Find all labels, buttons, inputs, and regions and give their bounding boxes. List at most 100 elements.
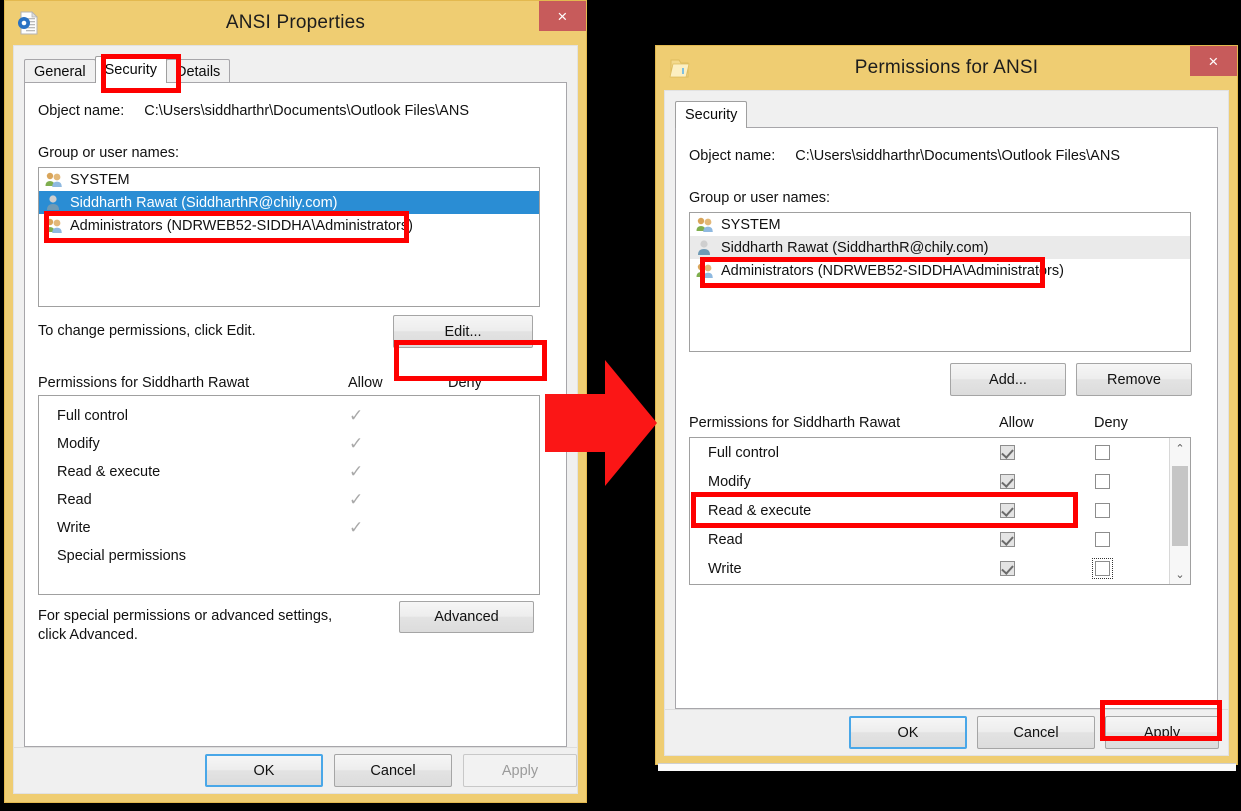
allow-checkbox[interactable] [1000,532,1015,547]
list-item[interactable]: SYSTEM [39,168,539,191]
permissions-for-label: Permissions for Siddharth Rawat [38,375,250,391]
scroll-up-icon[interactable]: ⌃ [1170,438,1190,458]
deny-checkbox[interactable] [1092,558,1113,579]
group-or-user-names-list[interactable]: SYSTEM Siddharth Rawat (SiddharthR@chily… [38,167,540,307]
allow-checkbox[interactable] [1000,445,1015,460]
edit-button-label: Edit... [444,323,482,340]
list-item[interactable]: Administrators (NDRWEB52-SIDDHA\Administ… [39,214,539,237]
deny-column-header: Deny [448,375,482,391]
ansi-properties-footer: OK Cancel Apply [14,747,577,793]
permissions-list-body: Full control ✓ Modify ✓ Read & execute ✓ Read ✓… [39,402,539,570]
list-item[interactable]: Siddharth Rawat (SiddharthR@chily.com) [690,236,1190,259]
user-icon [695,239,715,256]
advanced-hint-line1: For special permissions or advanced sett… [38,608,333,624]
deny-checkbox[interactable] [1095,503,1110,518]
ok-button[interactable]: OK [205,754,323,787]
deny-checkbox[interactable] [1095,445,1110,460]
deny-checkbox[interactable] [1095,532,1110,547]
add-button-label: Add... [989,371,1027,388]
cancel-button-label: Cancel [370,762,416,779]
group-or-user-names-label: Group or user names: [689,190,831,206]
advanced-button[interactable]: Advanced [399,601,534,633]
object-name-label: Object name: [38,103,125,119]
group-icon [695,262,715,279]
permission-name: Read & execute [708,502,812,519]
deny-cell [1092,558,1165,579]
scrollbar-thumb[interactable] [1172,466,1188,546]
permissions-list[interactable]: Full control Modify Read & execute Read Writ… [689,437,1191,585]
ansi-properties-titlebar: ANSI Properties × [5,1,586,45]
group-icon [44,171,64,188]
permission-row: Read & execute [690,496,1168,525]
permission-name: Write [708,560,742,577]
list-item[interactable]: Administrators (NDRWEB52-SIDDHA\Administ… [690,259,1190,282]
background-window-sliver [658,763,1236,771]
allow-cell [1000,561,1095,576]
permissions-for-ansi-window: Permissions for ANSI × Security Object n… [655,45,1238,765]
edit-button[interactable]: Edit... [393,315,533,348]
permission-name: Read [708,531,743,548]
close-icon[interactable]: × [1190,46,1237,76]
apply-button-label: Apply [1143,724,1181,741]
permission-name: Read [57,492,92,508]
allow-indicator: ✓ [349,462,364,481]
allow-checkbox[interactable] [1000,474,1015,489]
cancel-button[interactable]: Cancel [334,754,452,787]
security-tab-page: Object name: C:\Users\siddharthr\Documen… [675,127,1218,709]
tab-details[interactable]: Details [165,59,231,83]
ansi-properties-tabstrip: General Security Details [24,56,577,83]
object-name-label: Object name: [689,148,776,164]
advanced-hint: For special permissions or advanced sett… [38,607,332,645]
allow-checkbox[interactable] [1000,561,1015,576]
deny-column-header: Deny [1094,415,1128,431]
tab-security[interactable]: Security [675,101,748,128]
permission-row: Modify ✓ [39,430,539,458]
remove-button[interactable]: Remove [1076,363,1192,396]
group-icon [695,216,715,233]
object-name-row: Object name: C:\Users\siddharthr\Documen… [38,103,469,119]
tab-general[interactable]: General [24,59,96,83]
list-item-label: SYSTEM [70,171,130,188]
red-right-arrow [545,360,657,486]
permission-name: Read & execute [57,464,161,480]
add-button[interactable]: Add... [950,363,1066,396]
deny-checkbox[interactable] [1095,474,1110,489]
permissions-for-ansi-titlebar: Permissions for ANSI × [656,46,1237,90]
tab-general-label: General [34,63,86,80]
permissions-list[interactable]: Full control ✓ Modify ✓ Read & execute ✓ Read ✓… [38,395,540,595]
permission-row: Special permissions [39,542,539,570]
outlook-data-file-icon [17,11,39,35]
permission-row: Read ✓ [39,486,539,514]
advanced-button-label: Advanced [434,609,499,625]
tab-security[interactable]: Security [94,56,167,83]
allow-cell [1000,474,1095,489]
group-or-user-names-list[interactable]: SYSTEM Siddharth Rawat (SiddharthR@chily… [689,212,1191,352]
ansi-properties-body: General Security Details Object name: C:… [13,45,578,794]
permission-row: Modify [690,467,1168,496]
ok-button[interactable]: OK [849,716,967,749]
list-item[interactable]: SYSTEM [690,213,1190,236]
list-item-label: SYSTEM [721,216,781,233]
allow-column-header: Allow [348,375,383,391]
permission-row: Write ✓ [39,514,539,542]
cancel-button[interactable]: Cancel [977,716,1095,749]
folder-icon [668,56,690,80]
ok-button-label: OK [897,724,919,741]
allow-cell [1000,445,1095,460]
list-item-label: Administrators (NDRWEB52-SIDDHA\Administ… [70,217,413,234]
close-icon[interactable]: × [539,1,586,31]
apply-button[interactable]: Apply [1105,716,1219,749]
list-item[interactable]: Siddharth Rawat (SiddharthR@chily.com) [39,191,539,214]
allow-indicator: ✓ [349,518,364,537]
deny-cell [1095,474,1165,489]
permissions-for-ansi-body: Security Object name: C:\Users\siddharth… [664,90,1229,756]
permissions-scrollbar[interactable]: ⌃ ⌄ [1169,438,1190,584]
group-icon [44,217,64,234]
cancel-button-label: Cancel [1013,724,1059,741]
scroll-down-icon[interactable]: ⌄ [1170,564,1190,584]
allow-checkbox[interactable] [1000,503,1015,518]
permissions-tabstrip: Security [675,101,1228,128]
permission-name: Full control [708,444,779,461]
permissions-header-row: Permissions for Siddharth Rawat Allow De… [38,375,540,391]
permission-name: Full control [57,408,128,424]
